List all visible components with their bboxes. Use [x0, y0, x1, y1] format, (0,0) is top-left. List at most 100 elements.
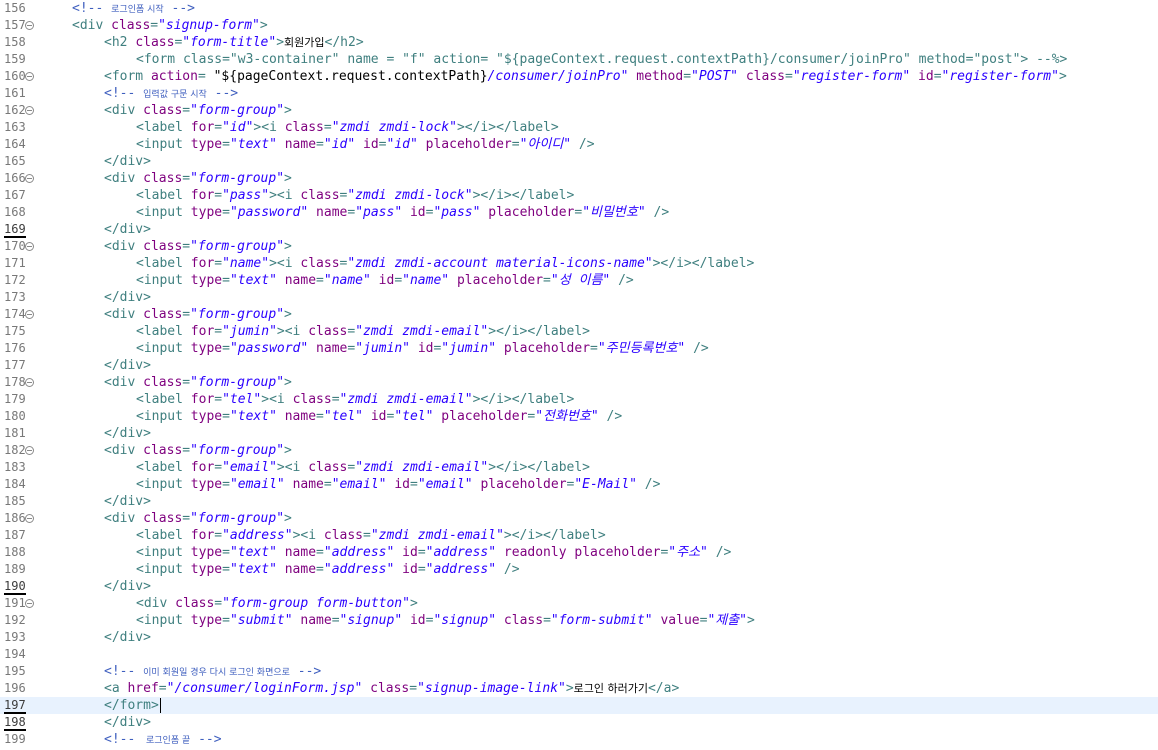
code-line[interactable]: 192 <input type="submit" name="signup" id…	[0, 612, 1158, 629]
line-number-gutter[interactable]: 181	[0, 425, 38, 442]
code-line[interactable]: 195 <!-- 이미 회원일 경우 다시 로그인 화면으로 -->	[0, 663, 1158, 680]
code-line[interactable]: 169 </div>	[0, 221, 1158, 238]
line-number-gutter[interactable]: 198	[0, 714, 38, 731]
code-text[interactable]: <div class="form-group">	[40, 510, 292, 527]
code-text[interactable]: </div>	[40, 425, 151, 442]
line-number-gutter[interactable]: 186	[0, 510, 38, 527]
code-line[interactable]: 194	[0, 646, 1158, 663]
line-number-gutter[interactable]: 197	[0, 697, 38, 714]
code-line[interactable]: 158 <h2 class="form-title">회원가입</h2>	[0, 34, 1158, 51]
code-text[interactable]: <div class="form-group">	[40, 306, 292, 323]
line-number-gutter[interactable]: 185	[0, 493, 38, 510]
line-number-gutter[interactable]: 182	[0, 442, 38, 459]
code-line[interactable]: 196 <a href="/consumer/loginForm.jsp" cla…	[0, 680, 1158, 697]
code-text[interactable]: <div class="form-group form-button">	[40, 595, 418, 612]
code-line[interactable]: 183 <label for="email"><i class="zmdi zmd…	[0, 459, 1158, 476]
code-line[interactable]: 177 </div>	[0, 357, 1158, 374]
code-line[interactable]: 174 <div class="form-group">	[0, 306, 1158, 323]
line-number-gutter[interactable]: 177	[0, 357, 38, 374]
line-number-gutter[interactable]: 188	[0, 544, 38, 561]
code-text[interactable]: <div class="form-group">	[40, 170, 292, 187]
line-number-gutter[interactable]: 163	[0, 119, 38, 136]
line-number-gutter[interactable]: 165	[0, 153, 38, 170]
code-line[interactable]: 170 <div class="form-group">	[0, 238, 1158, 255]
line-number-gutter[interactable]: 168	[0, 204, 38, 221]
code-line[interactable]: 163 <label for="id"><i class="zmdi zmdi-l…	[0, 119, 1158, 136]
code-line[interactable]: 193 </div>	[0, 629, 1158, 646]
code-line[interactable]: 164 <input type="text" name="id" id="id" …	[0, 136, 1158, 153]
fold-toggle-icon[interactable]	[25, 106, 34, 115]
code-text[interactable]: </div>	[40, 289, 151, 306]
line-number-gutter[interactable]: 156	[0, 0, 38, 17]
code-text[interactable]: </div>	[40, 221, 151, 238]
code-text[interactable]: <input type="password" name="pass" id="p…	[40, 204, 669, 221]
line-number-gutter[interactable]: 189	[0, 561, 38, 578]
code-line[interactable]: 184 <input type="email" name="email" id="…	[0, 476, 1158, 493]
line-number-gutter[interactable]: 159	[0, 51, 38, 68]
code-text[interactable]: <div class="form-group">	[40, 374, 292, 391]
code-text[interactable]: <label for="jumin"><i class="zmdi zmdi-e…	[40, 323, 590, 340]
line-number-gutter[interactable]: 196	[0, 680, 38, 697]
code-line[interactable]: 198 </div>	[0, 714, 1158, 731]
code-text[interactable]: <input type="submit" name="signup" id="s…	[40, 612, 755, 629]
code-editor[interactable]: 156 <!-- 로그인폼 시작 --> 157 <div class="signup…	[0, 0, 1158, 750]
code-line[interactable]: 179 <label for="tel"><i class="zmdi zmdi-…	[0, 391, 1158, 408]
line-number-gutter[interactable]: 161	[0, 85, 38, 102]
code-text[interactable]: <div class="form-group">	[40, 102, 292, 119]
code-text[interactable]: <input type="text" name="id" id="id" pla…	[40, 136, 595, 153]
code-line[interactable]: 176 <input type="password" name="jumin" i…	[0, 340, 1158, 357]
code-line[interactable]: 166 <div class="form-group">	[0, 170, 1158, 187]
code-text[interactable]: <label for="tel"><i class="zmdi zmdi-ema…	[40, 391, 574, 408]
code-text[interactable]: <div class="form-group">	[40, 442, 292, 459]
line-number-gutter[interactable]: 193	[0, 629, 38, 646]
line-number-gutter[interactable]: 174	[0, 306, 38, 323]
code-line[interactable]: 185 </div>	[0, 493, 1158, 510]
line-number-gutter[interactable]: 194	[0, 646, 38, 663]
line-number-gutter[interactable]: 176	[0, 340, 38, 357]
code-text[interactable]: </div>	[40, 357, 151, 374]
line-number-gutter[interactable]: 187	[0, 527, 38, 544]
code-line[interactable]: 178 <div class="form-group">	[0, 374, 1158, 391]
line-number-gutter[interactable]: 170	[0, 238, 38, 255]
line-number-gutter[interactable]: 191	[0, 595, 38, 612]
line-number-gutter[interactable]: 166	[0, 170, 38, 187]
fold-toggle-icon[interactable]	[25, 599, 34, 608]
code-line[interactable]: 156 <!-- 로그인폼 시작 -->	[0, 0, 1158, 17]
code-text[interactable]: <form action= "${pageContext.request.con…	[40, 68, 1067, 85]
code-line[interactable]: 180 <input type="text" name="tel" id="tel…	[0, 408, 1158, 425]
line-number-gutter[interactable]: 173	[0, 289, 38, 306]
line-number-gutter[interactable]: 180	[0, 408, 38, 425]
line-number-gutter[interactable]: 162	[0, 102, 38, 119]
line-number-gutter[interactable]: 184	[0, 476, 38, 493]
code-text[interactable]: <label for="email"><i class="zmdi zmdi-e…	[40, 459, 590, 476]
code-text[interactable]: <input type="text" name="tel" id="tel" p…	[40, 408, 622, 425]
code-line[interactable]: 181 </div>	[0, 425, 1158, 442]
code-line[interactable]: 173 </div>	[0, 289, 1158, 306]
code-line[interactable]: 188 <input type="text" name="address" id=…	[0, 544, 1158, 561]
code-line[interactable]: 165 </div>	[0, 153, 1158, 170]
line-number-gutter[interactable]: 157	[0, 17, 38, 34]
code-text[interactable]: <input type="email" name="email" id="ema…	[40, 476, 660, 493]
code-line[interactable]: 189 <input type="text" name="address" id=…	[0, 561, 1158, 578]
fold-toggle-icon[interactable]	[25, 174, 34, 183]
fold-toggle-icon[interactable]	[25, 378, 34, 387]
code-line[interactable]: 160 <form action= "${pageContext.request.…	[0, 68, 1158, 85]
line-number-gutter[interactable]: 195	[0, 663, 38, 680]
code-text[interactable]: <input type="text" name="name" id="name"…	[40, 272, 634, 289]
code-line[interactable]: 157 <div class="signup-form">	[0, 17, 1158, 34]
code-line[interactable]: 159 <form class="w3-container" name = "f"…	[0, 51, 1158, 68]
line-number-gutter[interactable]: 167	[0, 187, 38, 204]
code-text[interactable]: <label for="pass"><i class="zmdi zmdi-lo…	[40, 187, 574, 204]
line-number-gutter[interactable]: 183	[0, 459, 38, 476]
code-text[interactable]: </form>	[40, 697, 161, 714]
code-line[interactable]: 197 </form>	[0, 697, 1158, 714]
line-number-gutter[interactable]: 199	[0, 731, 38, 748]
code-text[interactable]: <input type="text" name="address" id="ad…	[40, 544, 731, 561]
code-text[interactable]: <h2 class="form-title">회원가입</h2>	[40, 34, 364, 51]
line-number-gutter[interactable]: 164	[0, 136, 38, 153]
code-text[interactable]: <a href="/consumer/loginForm.jsp" class=…	[40, 680, 679, 697]
code-line[interactable]: 187 <label for="address"><i class="zmdi z…	[0, 527, 1158, 544]
code-line[interactable]: 162 <div class="form-group">	[0, 102, 1158, 119]
code-text[interactable]: <label for="name"><i class="zmdi zmdi-ac…	[40, 255, 754, 272]
line-number-gutter[interactable]: 172	[0, 272, 38, 289]
